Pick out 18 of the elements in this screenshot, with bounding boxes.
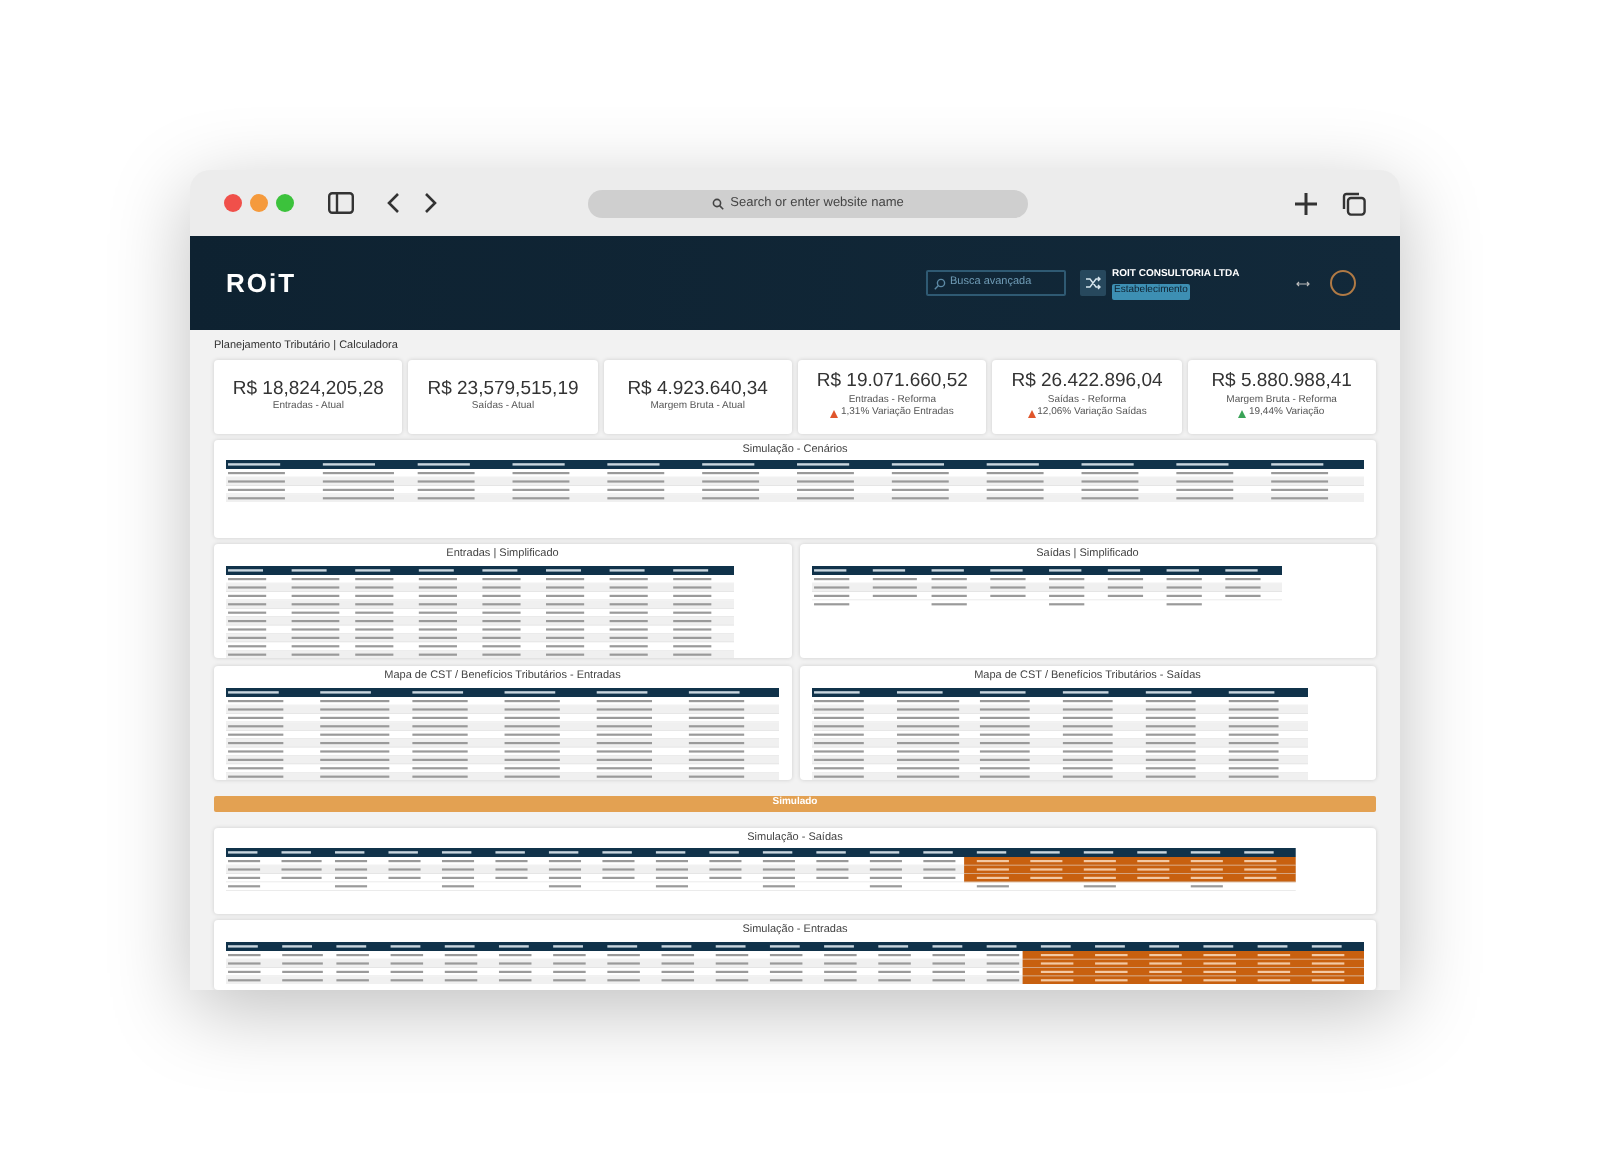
sidebar-icon[interactable] (328, 192, 354, 214)
expand-icon[interactable] (1296, 279, 1310, 287)
new-tab-icon[interactable] (1294, 191, 1318, 215)
tabs-overview-icon[interactable] (1342, 191, 1366, 215)
avatar[interactable] (1330, 270, 1356, 296)
kpi-value: R$ 23,579,515,19 (427, 379, 579, 400)
close-window-icon[interactable] (224, 194, 242, 212)
shuffle-icon[interactable] (1080, 270, 1106, 296)
search-icon (712, 197, 725, 209)
forward-icon[interactable] (424, 192, 438, 214)
kpi-value: R$ 19.071.660,52 (816, 372, 968, 394)
logo[interactable]: ROiT (226, 263, 297, 303)
back-icon[interactable] (386, 192, 400, 214)
search-icon (934, 277, 946, 289)
kpi-value: R$ 5.880.988,41 (1211, 372, 1352, 394)
kpi-value: R$ 4.923.640,34 (627, 379, 768, 401)
kpi-value: R$ 18,824,205,28 (232, 379, 384, 400)
kpi-value: R$ 26.422.896,04 (1011, 372, 1163, 394)
